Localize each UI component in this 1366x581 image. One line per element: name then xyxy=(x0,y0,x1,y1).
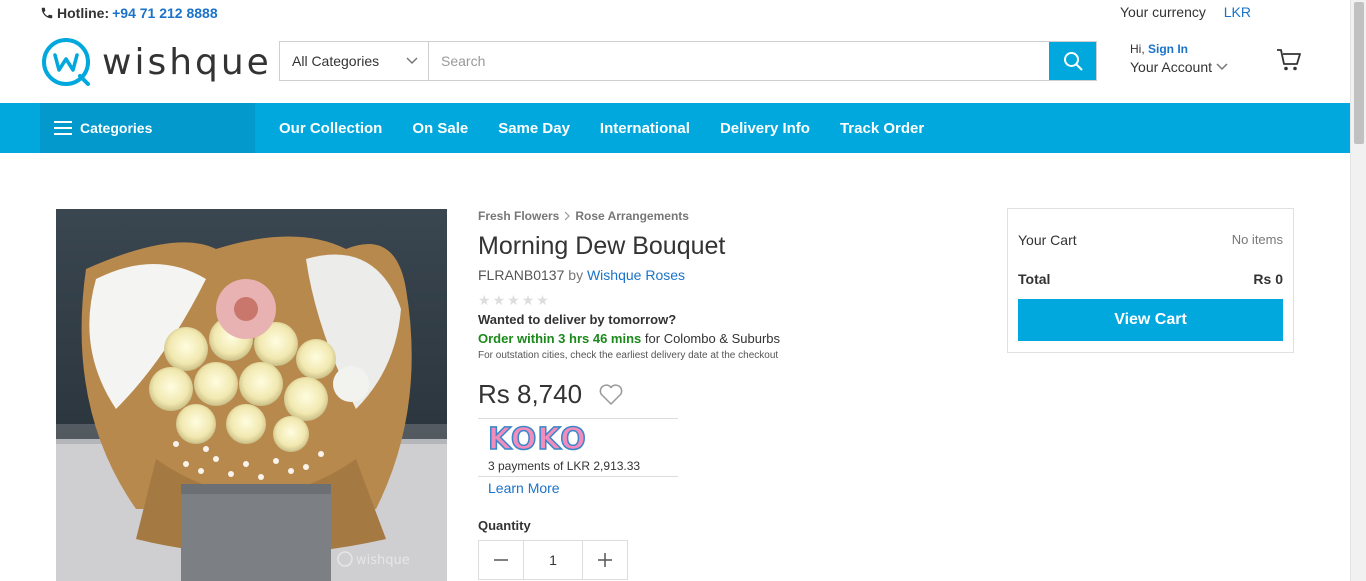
cart-items-row: Your Cart No items xyxy=(1018,232,1283,248)
koko-logo: KOKO xyxy=(487,422,587,458)
learn-more-link[interactable]: Learn More xyxy=(488,480,678,496)
category-select[interactable]: All Categories xyxy=(280,42,429,80)
cart-total-value: Rs 0 xyxy=(1253,271,1283,287)
order-area: for Colombo & Suburbs xyxy=(644,331,781,346)
currency-label: Your currency xyxy=(1120,4,1206,20)
nav-link-track-order[interactable]: Track Order xyxy=(840,120,924,137)
search-icon xyxy=(1063,52,1082,71)
heart-icon[interactable] xyxy=(598,383,624,406)
star-icon: ★ xyxy=(521,292,535,308)
nav-links: Our Collection On Sale Same Day Internat… xyxy=(279,103,924,153)
koko-payments: 3 payments of LKR 2,913.33 xyxy=(478,459,678,477)
account-label: Your Account xyxy=(1130,59,1212,75)
logo[interactable]: wishque xyxy=(40,36,272,88)
header: wishque All Categories Hi, Sign In Your … xyxy=(0,30,1350,103)
star-icon: ★ xyxy=(492,292,506,308)
outstation-note: For outstation cities, check the earlies… xyxy=(478,350,779,361)
cart-items-status: No items xyxy=(1231,232,1283,247)
brand-link[interactable]: Wishque Roses xyxy=(587,267,685,283)
nav-link-delivery-info[interactable]: Delivery Info xyxy=(720,120,810,137)
hotline: Hotline: +94 71 212 8888 xyxy=(40,5,218,21)
cart-summary: Your Cart No items Total Rs 0 View Cart xyxy=(1007,208,1294,353)
hotline-label: Hotline: xyxy=(57,5,110,21)
wishque-logo-icon xyxy=(42,38,90,86)
star-icon: ★ xyxy=(478,292,491,308)
your-account[interactable]: Your Account xyxy=(1130,59,1228,75)
product-price: Rs 8,740 xyxy=(478,379,583,409)
decrease-quantity-button[interactable] xyxy=(479,541,523,579)
search-bar: All Categories xyxy=(279,41,1097,81)
order-within: Order within 3 hrs 46 mins for Colombo &… xyxy=(478,331,978,346)
nav-link-our-collection[interactable]: Our Collection xyxy=(279,120,382,137)
minus-icon xyxy=(494,559,509,561)
breadcrumb: Fresh Flowers Rose Arrangements xyxy=(478,209,978,223)
quantity-label: Quantity xyxy=(478,518,531,533)
top-bar: Hotline: +94 71 212 8888 Your currency L… xyxy=(0,0,1350,30)
account-menu[interactable]: Hi, Sign In Your Account xyxy=(1130,42,1228,75)
star-icon: ★ xyxy=(507,292,520,308)
main-nav: Categories Our Collection On Sale Same D… xyxy=(0,103,1350,153)
star-icon: ★ xyxy=(536,292,549,308)
cart-total-row: Total Rs 0 xyxy=(1018,271,1283,287)
greeting: Hi, Sign In xyxy=(1130,42,1228,56)
rating-stars[interactable]: ★ ★ ★ ★ ★ xyxy=(478,292,978,309)
by-label: by xyxy=(568,267,584,283)
product-details: Fresh Flowers Rose Arrangements Morning … xyxy=(478,209,978,580)
currency-selector[interactable]: Your currency LKR xyxy=(1120,4,1251,20)
bouquet-illustration: wishque xyxy=(56,209,447,581)
search-input[interactable] xyxy=(429,42,1049,80)
cart-total-label: Total xyxy=(1018,271,1051,287)
greeting-text: Hi, xyxy=(1130,42,1145,56)
currency-value[interactable]: LKR xyxy=(1224,4,1251,20)
logo-text: wishque xyxy=(102,41,272,83)
plus-icon xyxy=(597,553,612,567)
phone-icon xyxy=(41,7,53,19)
delivery-question: Wanted to deliver by tomorrow? xyxy=(478,312,677,327)
chevron-right-icon xyxy=(564,211,571,221)
categories-label: Categories xyxy=(80,120,153,136)
chevron-down-icon xyxy=(406,57,418,65)
cart-title: Your Cart xyxy=(1018,232,1077,248)
product-sku-line: FLRANB0137 by Wishque Roses xyxy=(478,267,978,283)
nav-link-on-sale[interactable]: On Sale xyxy=(412,120,468,137)
nav-link-same-day[interactable]: Same Day xyxy=(498,120,570,137)
scrollbar-thumb[interactable] xyxy=(1354,2,1364,144)
nav-link-international[interactable]: International xyxy=(600,120,690,137)
category-select-value: All Categories xyxy=(292,53,380,69)
increase-quantity-button[interactable] xyxy=(583,541,627,579)
quantity-input[interactable]: 1 xyxy=(523,541,583,579)
svg-text:wishque: wishque xyxy=(356,553,410,568)
page-scrollbar[interactable] xyxy=(1350,0,1366,581)
cart-icon[interactable] xyxy=(1276,48,1302,77)
product-title: Morning Dew Bouquet xyxy=(478,232,726,260)
breadcrumb-item-fresh-flowers[interactable]: Fresh Flowers xyxy=(478,209,559,223)
hamburger-icon xyxy=(54,121,72,135)
view-cart-button[interactable]: View Cart xyxy=(1018,299,1283,341)
categories-menu-button[interactable]: Categories xyxy=(40,103,255,153)
koko-payment-box: KOKO 3 payments of LKR 2,913.33 Learn Mo… xyxy=(478,418,678,496)
chevron-down-icon xyxy=(1216,63,1228,71)
sign-in-link[interactable]: Sign In xyxy=(1148,42,1188,56)
product-sku: FLRANB0137 xyxy=(478,267,565,283)
price-row: Rs 8,740 xyxy=(478,379,978,410)
product-image[interactable]: wishque xyxy=(56,209,447,581)
breadcrumb-item-rose-arrangements[interactable]: Rose Arrangements xyxy=(575,209,689,223)
quantity-stepper: 1 xyxy=(478,540,628,580)
order-countdown: Order within 3 hrs 46 mins xyxy=(478,331,642,346)
search-button[interactable] xyxy=(1049,42,1096,80)
hotline-number[interactable]: +94 71 212 8888 xyxy=(112,5,218,21)
